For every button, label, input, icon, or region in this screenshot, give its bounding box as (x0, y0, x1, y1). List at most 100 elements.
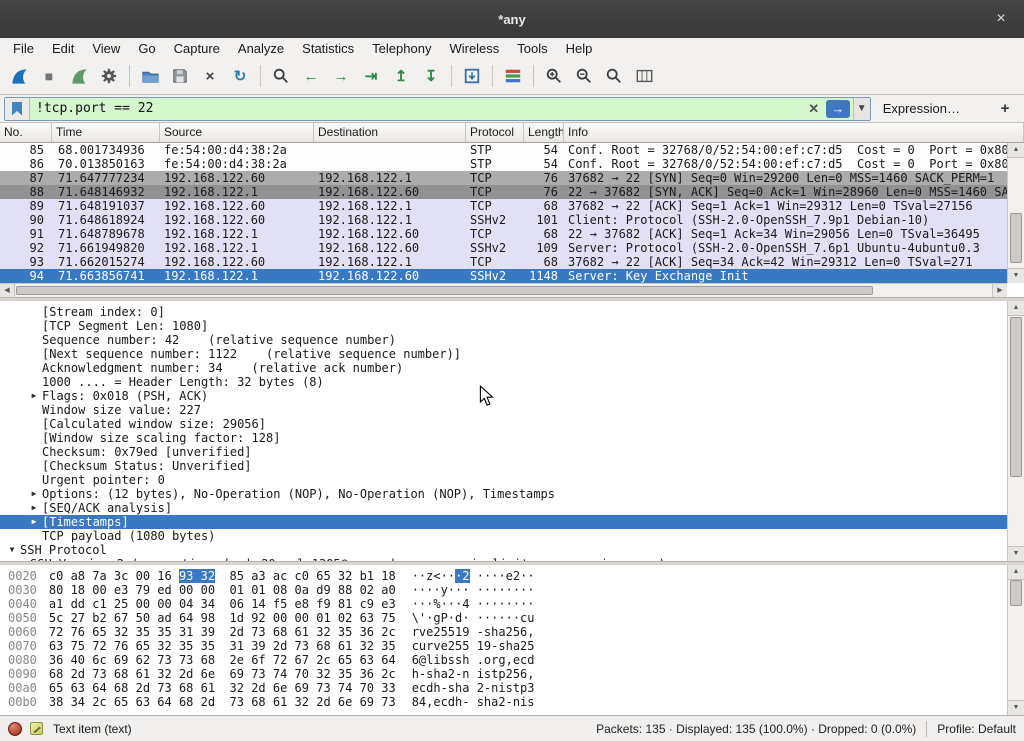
filter-dropdown-icon[interactable]: ▼ (853, 98, 870, 120)
hex-row[interactable]: 0030 80 18 00 e3 79 ed 00 00 01 01 08 0a… (8, 583, 1024, 597)
column-header-no[interactable]: No. (0, 123, 52, 142)
menu-item[interactable]: Edit (43, 40, 83, 57)
detail-line[interactable]: ▶ [SEQ/ACK analysis] (0, 501, 1024, 515)
detail-line[interactable]: Sequence number: 42 (relative sequence n… (0, 333, 1024, 347)
expert-info-icon[interactable] (8, 722, 22, 736)
zoom-out-button[interactable] (569, 62, 599, 90)
details-vscrollbar[interactable]: ▲ ▼ (1007, 301, 1024, 561)
hex-row[interactable]: 0080 36 40 6c 69 62 73 73 68 2e 6f 72 67… (8, 653, 1024, 667)
column-header-length[interactable]: Length (524, 123, 564, 142)
expand-arrow-icon[interactable] (26, 333, 42, 347)
scrollbar-thumb[interactable] (16, 286, 873, 295)
detail-line[interactable]: [Next sequence number: 1122 (relative se… (0, 347, 1024, 361)
packet-list-vscrollbar[interactable]: ▲ ▼ (1007, 143, 1024, 283)
close-file-button[interactable]: × (195, 62, 225, 90)
add-filter-button[interactable]: + (994, 100, 1016, 117)
filter-bookmark-button[interactable] (5, 98, 30, 120)
detail-line[interactable]: ▼ SSH Protocol (0, 543, 1024, 557)
column-header-source[interactable]: Source (160, 123, 314, 142)
profile-button[interactable]: Profile: Default (937, 722, 1016, 736)
packet-row[interactable]: 90 71.648618924 192.168.122.60 192.168.1… (0, 213, 1024, 227)
scrollbar-up-button[interactable]: ▲ (1008, 143, 1024, 158)
capture-options-button[interactable] (94, 62, 124, 90)
expand-arrow-icon[interactable] (26, 375, 42, 389)
detail-line[interactable]: [TCP Segment Len: 1080] (0, 319, 1024, 333)
scrollbar-thumb[interactable] (1010, 317, 1022, 477)
menu-item[interactable]: Wireless (440, 40, 508, 57)
start-capture-button[interactable] (4, 62, 34, 90)
scrollbar-down-button[interactable]: ▼ (1008, 546, 1024, 561)
expand-arrow-icon[interactable]: ▶ (26, 501, 42, 515)
menu-item[interactable]: Go (129, 40, 164, 57)
expand-arrow-icon[interactable] (26, 459, 42, 473)
detail-line[interactable]: SSH Version 2 (encryption:chacha20-poly1… (0, 557, 1024, 561)
restart-capture-button[interactable] (64, 62, 94, 90)
go-first-packet-button[interactable]: ↥ (386, 62, 416, 90)
reload-file-button[interactable]: ↻ (225, 62, 255, 90)
detail-line[interactable]: 1000 .... = Header Length: 32 bytes (8) (0, 375, 1024, 389)
expression-button[interactable]: Expression… (883, 101, 960, 116)
apply-filter-icon[interactable]: → (826, 100, 850, 118)
packet-row[interactable]: 94 71.663856741 192.168.122.1 192.168.12… (0, 269, 1024, 283)
detail-line[interactable]: Acknowledgment number: 34 (relative ack … (0, 361, 1024, 375)
column-header-info[interactable]: Info (564, 123, 1024, 142)
resize-columns-button[interactable] (629, 62, 659, 90)
menu-item[interactable]: Help (557, 40, 602, 57)
column-header-time[interactable]: Time (52, 123, 160, 142)
menu-item[interactable]: Telephony (363, 40, 440, 57)
packet-row[interactable]: 89 71.648191037 192.168.122.60 192.168.1… (0, 199, 1024, 213)
detail-line[interactable]: Window size value: 227 (0, 403, 1024, 417)
expand-arrow-icon[interactable] (26, 431, 42, 445)
detail-line[interactable]: [Calculated window size: 29056] (0, 417, 1024, 431)
hex-row[interactable]: 0090 68 2d 73 68 61 32 2d 6e 69 73 74 70… (8, 667, 1024, 681)
expand-arrow-icon[interactable] (26, 473, 42, 487)
find-packet-button[interactable] (266, 62, 296, 90)
menu-item[interactable]: Statistics (293, 40, 363, 57)
hex-row[interactable]: 0050 5c 27 b2 67 50 ad 64 98 1d 92 00 00… (8, 611, 1024, 625)
expand-arrow-icon[interactable]: ▶ (26, 389, 42, 403)
packet-row[interactable]: 86 70.013850163 fe:54:00:d4:38:2a STP 54… (0, 157, 1024, 171)
column-header-protocol[interactable]: Protocol (466, 123, 524, 142)
packet-row[interactable]: 85 68.001734936 fe:54:00:d4:38:2a STP 54… (0, 143, 1024, 157)
expand-arrow-icon[interactable]: ▶ (26, 515, 42, 529)
packet-row[interactable]: 91 71.648789678 192.168.122.1 192.168.12… (0, 227, 1024, 241)
menu-item[interactable]: View (83, 40, 129, 57)
expand-arrow-icon[interactable]: ▼ (4, 543, 20, 557)
hex-row[interactable]: 00b0 38 34 2c 65 63 64 68 2d 73 68 61 32… (8, 695, 1024, 709)
detail-line[interactable]: [Stream index: 0] (0, 305, 1024, 319)
scrollbar-left-button[interactable]: ◀ (0, 284, 15, 297)
go-forward-button[interactable]: → (326, 62, 356, 90)
menu-item[interactable]: Tools (508, 40, 556, 57)
detail-line[interactable]: [Window size scaling factor: 128] (0, 431, 1024, 445)
hex-vscrollbar[interactable]: ▲ ▼ (1007, 565, 1024, 715)
clear-filter-icon[interactable]: ✕ (805, 101, 823, 117)
go-to-packet-button[interactable]: ⇥ (356, 62, 386, 90)
scrollbar-down-button[interactable]: ▼ (1008, 268, 1024, 283)
hex-row[interactable]: 00a0 65 63 64 68 2d 73 68 61 32 2d 6e 69… (8, 681, 1024, 695)
colorize-packets-button[interactable] (498, 62, 528, 90)
expand-arrow-icon[interactable] (26, 305, 42, 319)
packet-row[interactable]: 93 71.662015274 192.168.122.60 192.168.1… (0, 255, 1024, 269)
scrollbar-thumb[interactable] (1010, 580, 1022, 606)
hex-row[interactable]: 0060 72 76 65 32 35 35 31 39 2d 73 68 61… (8, 625, 1024, 639)
display-filter-field[interactable]: ✕ → ▼ (4, 97, 871, 121)
stop-capture-button[interactable]: ■ (34, 62, 64, 90)
window-close-icon[interactable]: × (990, 8, 1012, 30)
expand-arrow-icon[interactable] (26, 417, 42, 431)
detail-line[interactable]: [Checksum Status: Unverified] (0, 459, 1024, 473)
packet-row[interactable]: 88 71.648146932 192.168.122.1 192.168.12… (0, 185, 1024, 199)
detail-line[interactable]: ▶ [Timestamps] (0, 515, 1024, 529)
expand-arrow-icon[interactable] (26, 319, 42, 333)
zoom-in-button[interactable] (539, 62, 569, 90)
packet-row[interactable]: 92 71.661949820 192.168.122.1 192.168.12… (0, 241, 1024, 255)
filter-input[interactable] (30, 98, 805, 120)
expand-arrow-icon[interactable] (26, 361, 42, 375)
menu-item[interactable]: Capture (165, 40, 229, 57)
go-back-button[interactable]: ← (296, 62, 326, 90)
scrollbar-down-button[interactable]: ▼ (1008, 700, 1024, 715)
detail-line[interactable]: Urgent pointer: 0 (0, 473, 1024, 487)
hex-row[interactable]: 0040 a1 dd c1 25 00 00 04 34 06 14 f5 e8… (8, 597, 1024, 611)
auto-scroll-button[interactable] (457, 62, 487, 90)
scrollbar-right-button[interactable]: ▶ (992, 284, 1007, 297)
scrollbar-thumb[interactable] (1010, 213, 1022, 263)
